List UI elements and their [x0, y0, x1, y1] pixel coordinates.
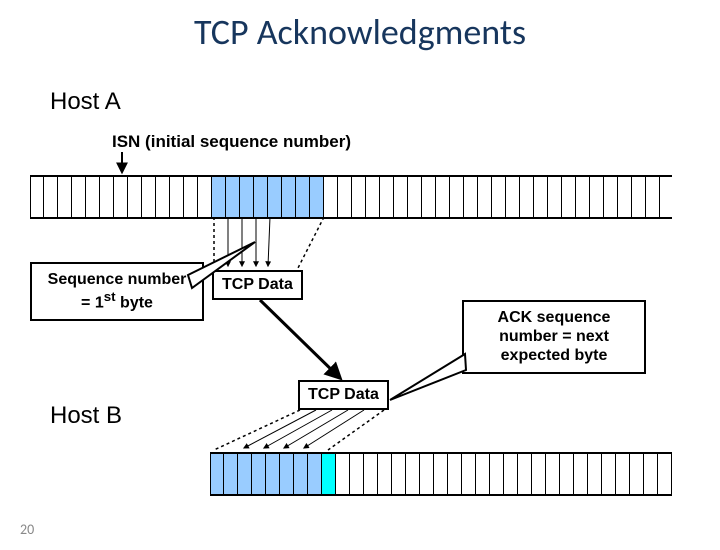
tcp-data-box-2: TCP Data — [298, 380, 389, 410]
host-a-label: Host A — [50, 88, 121, 116]
isn-label: ISN (initial sequence number) — [112, 132, 351, 152]
bytestream-host-a — [30, 175, 672, 219]
slide-title: TCP Acknowledgments — [0, 10, 720, 54]
bytestream-host-b — [210, 452, 672, 496]
tcp-data-box-1: TCP Data — [212, 270, 303, 300]
seq-number-callout: Sequence number = 1st byte — [30, 262, 204, 321]
ack-callout: ACK sequence number = next expected byte — [462, 300, 646, 374]
host-b-label: Host B — [50, 402, 122, 430]
seq-note-sup: st — [104, 289, 116, 304]
seq-note-tail: byte — [116, 295, 153, 312]
slide-number: 20 — [20, 521, 34, 538]
